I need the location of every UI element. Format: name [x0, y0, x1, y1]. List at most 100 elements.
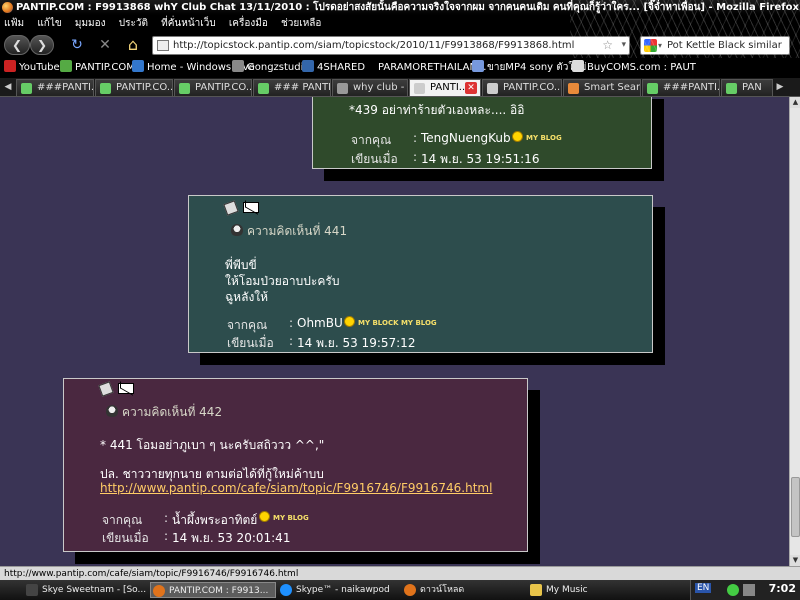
messenger-icon[interactable]	[727, 584, 739, 596]
bookmark-gongzstudio[interactable]: Gongzstudio	[232, 58, 310, 78]
my-block-blog-icon[interactable]: MY BLOCK MY BLOG	[358, 320, 437, 327]
pin-icon[interactable]	[223, 200, 239, 216]
bookmark-star-icon[interactable]: ☆	[602, 37, 613, 54]
stop-icon: ✕	[99, 37, 111, 53]
my-blog-icon[interactable]: MY BLOG	[273, 515, 309, 522]
profile-badges[interactable]: MY BLOG	[256, 510, 309, 524]
url-text: http://topicstock.pantip.com/siam/topics…	[173, 40, 575, 51]
language-indicator[interactable]: EN	[695, 583, 712, 593]
taskbar-item-skype[interactable]: Skype™ - naikawpod	[278, 582, 398, 598]
taskbar-item-firefox[interactable]: PANTIP.COM : F9913...	[150, 582, 276, 598]
stop-button[interactable]: ✕	[96, 36, 114, 54]
time-label: เขียนเมื่อ	[351, 152, 398, 166]
tab-favicon	[647, 83, 658, 94]
reload-icon: ↻	[71, 37, 83, 53]
taskbar-item-downloads[interactable]: ดาวน์โหลด	[402, 582, 522, 598]
bookmark-mp4-sony[interactable]: ขายMP4 sony ตัวใหม่	[472, 58, 586, 78]
bookmark-youtube[interactable]: YouTube	[4, 58, 60, 78]
menu-view[interactable]: มุมมอง	[75, 18, 106, 29]
page-content: *439 อย่าท่าร้ายตัวเองหละ.... อิอิ จากคุ…	[0, 97, 789, 566]
tab-favicon	[258, 83, 269, 94]
search-bar[interactable]: ▾ Pot Kettle Black similar	[640, 36, 790, 55]
menu-tools[interactable]: เครื่องมือ	[229, 18, 268, 29]
tab-scroll-right-icon[interactable]: ▶	[774, 80, 786, 95]
envelope-icon[interactable]	[243, 202, 259, 213]
menu-file[interactable]: แฟ้ม	[4, 18, 24, 29]
reload-button[interactable]: ↻	[68, 36, 86, 54]
url-bar[interactable]: http://topicstock.pantip.com/siam/topics…	[152, 36, 630, 55]
pin-icon[interactable]	[98, 381, 114, 397]
tab-10[interactable]: PAN	[721, 79, 773, 96]
message-icons	[223, 200, 265, 216]
forward-button[interactable]: ❯	[30, 35, 54, 55]
tab-1[interactable]: ###PANTI...	[16, 79, 94, 96]
bookmark-4shared[interactable]: 4SHARED	[302, 58, 365, 78]
tab-4[interactable]: ### PANTI...	[253, 79, 331, 96]
from-label: จากคุณ	[227, 318, 268, 332]
google-search-engine-icon[interactable]	[644, 39, 657, 52]
site-identity-icon[interactable]	[157, 40, 169, 51]
menu-bar: แฟ้ม แก้ไข มุมมอง ประวัติ ที่คั่นหน้าเว็…	[0, 15, 800, 32]
comment-post-441: ความคิดเห็นที่ 441 พี่พีบขี่ ให้โอมป่วยอ…	[188, 195, 653, 353]
search-engine-dropdown-icon[interactable]: ▾	[658, 37, 662, 54]
url-history-dropdown-icon[interactable]: ▾	[621, 37, 626, 54]
tab-favicon	[487, 83, 498, 94]
tab-6-active[interactable]: PANTI... ✕	[409, 79, 481, 96]
skype-icon	[280, 584, 292, 596]
menu-edit[interactable]: แก้ไข	[37, 18, 61, 29]
tab-8[interactable]: Smart Searc...	[563, 79, 641, 96]
tab-5[interactable]: why club - ...	[332, 79, 408, 96]
scroll-up-icon[interactable]: ▲	[790, 97, 800, 108]
vertical-scrollbar[interactable]: ▲ ▼	[789, 97, 800, 566]
forward-arrow-icon: ❯	[36, 38, 48, 52]
comment-body-line: ฉูหลังให้	[225, 290, 269, 304]
profile-badges[interactable]: MY BLOCK MY BLOG	[341, 315, 437, 329]
windows-taskbar: Skye Sweetnam - [So... PANTIP.COM : F991…	[0, 580, 800, 600]
home-button[interactable]: ⌂	[124, 36, 142, 54]
message-icons	[98, 381, 140, 397]
bookmark-paramore[interactable]: PARAMORETHAILAN...	[378, 58, 486, 78]
tab-close-icon[interactable]: ✕	[465, 82, 477, 94]
tab-favicon	[568, 83, 579, 94]
tab-scroll-left-icon[interactable]: ◀	[2, 80, 14, 95]
from-label: จากคุณ	[351, 133, 392, 147]
tab-3[interactable]: PANTIP.CO...	[174, 79, 252, 96]
post-timestamp: 14 พ.ย. 53 20:01:41	[172, 531, 291, 545]
folder-icon	[530, 584, 542, 596]
my-blog-icon[interactable]: MY BLOG	[526, 135, 562, 142]
menu-history[interactable]: ประวัติ	[119, 18, 148, 29]
tab-2[interactable]: PANTIP.CO...	[95, 79, 173, 96]
comment-post-442: ความคิดเห็นที่ 442 * 441 โอมอย่าภูเบา ๆ …	[63, 378, 528, 552]
taskbar-item-my-music[interactable]: My Music	[528, 582, 648, 598]
pushpin-icon	[231, 224, 243, 236]
firefox-icon	[153, 585, 165, 597]
scroll-down-icon[interactable]: ▼	[790, 555, 800, 566]
menu-bookmarks[interactable]: ที่คั่นหน้าเว็บ	[161, 18, 216, 29]
menu-help[interactable]: ช่วยเหลือ	[281, 18, 321, 29]
search-input-text: Pot Kettle Black similar	[667, 40, 782, 51]
from-username[interactable]: TengNuengKub	[421, 131, 511, 145]
from-username[interactable]: น้ำผึ้งพระอาทิตย์	[172, 511, 257, 530]
tab-favicon	[726, 83, 737, 94]
bookmark-pantip[interactable]: PANTIP.COM	[60, 58, 135, 78]
from-username[interactable]: OhmBU	[297, 316, 343, 330]
volume-icon[interactable]	[743, 584, 755, 596]
4shared-icon	[302, 60, 314, 72]
tab-9[interactable]: ###PANTI...	[642, 79, 720, 96]
tab-favicon	[337, 83, 348, 94]
firefox-icon	[404, 584, 416, 596]
tab-7[interactable]: PANTIP.CO...	[482, 79, 562, 96]
scrollbar-thumb[interactable]	[791, 477, 800, 537]
taskbar-item-skye-sweetnam[interactable]: Skye Sweetnam - [So...	[24, 582, 146, 598]
bookmarks-toolbar: YouTube PANTIP.COM Home - Windows Live G…	[0, 58, 800, 78]
topic-link[interactable]: http://www.pantip.com/cafe/siam/topic/F9…	[100, 481, 492, 495]
envelope-icon[interactable]	[118, 383, 134, 394]
back-button[interactable]: ❮	[4, 35, 30, 55]
bookmark-buycoms[interactable]: BuyCOMS.com : PAUT	[572, 58, 696, 78]
profile-badges[interactable]: MY BLOG	[509, 130, 562, 144]
window-titlebar: PANTIP.COM : F9913868 whY Club Chat 13/1…	[0, 0, 800, 15]
navigation-toolbar: ❮ ❯ ↻ ✕ ⌂ http://topicstock.pantip.com/s…	[0, 32, 800, 58]
clock[interactable]: 7:02	[769, 582, 796, 595]
smiley-icon	[259, 511, 270, 522]
tab-strip: ◀ ###PANTI... PANTIP.CO... PANTIP.CO... …	[0, 78, 800, 97]
